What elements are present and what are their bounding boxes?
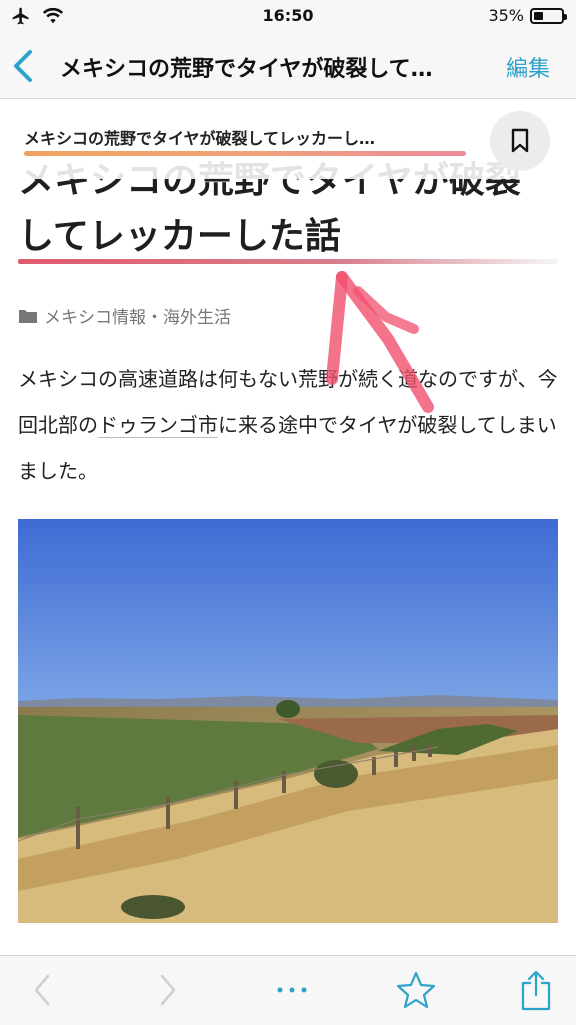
category: メキシコ情報・海外生活 — [18, 303, 231, 328]
sticky-header: メキシコの荒野でタイヤが破裂してレッカーし… — [0, 99, 576, 179]
article-content: メキシコの荒野でタイヤが破裂 してレッカーした話 メキシコ情報・海外生活 メキシ… — [0, 99, 576, 955]
more-icon — [277, 987, 307, 993]
article-photo — [18, 519, 558, 923]
browser-back-button[interactable] — [20, 970, 64, 1010]
battery-fill — [534, 11, 543, 20]
reading-progress-bar — [24, 151, 466, 156]
more-button[interactable] — [270, 970, 314, 1010]
edit-button[interactable]: 編集 — [506, 51, 550, 83]
status-right: 35% — [488, 6, 567, 25]
nav-bar: メキシコの荒野でタイヤが破裂して… 編集 — [0, 34, 576, 99]
folder-icon — [19, 309, 37, 323]
forward-arrow-icon — [160, 974, 176, 1006]
star-icon — [396, 971, 436, 1009]
battery-percentage: 35% — [488, 6, 524, 25]
article-title-line2: してレッカーした話 — [18, 216, 341, 257]
nav-title: メキシコの荒野でタイヤが破裂して… — [60, 57, 433, 82]
durango-link[interactable]: ドゥランゴ市 — [98, 413, 218, 438]
chevron-left-icon — [14, 50, 32, 82]
sticky-title: メキシコの荒野でタイヤが破裂してレッカーし… — [24, 129, 376, 148]
back-arrow-icon — [34, 974, 50, 1006]
browser-forward-button[interactable] — [146, 970, 190, 1010]
share-icon — [521, 970, 551, 1011]
bottom-toolbar — [0, 955, 576, 1025]
article-body: メキシコの高速道路は何もない荒野が続く道なのですが、今回北部のドゥランゴ市に来る… — [18, 356, 558, 494]
category-link[interactable]: メキシコ情報・海外生活 — [44, 303, 231, 328]
bookmark-icon — [511, 128, 529, 153]
title-underline — [18, 259, 558, 264]
share-button[interactable] — [514, 970, 558, 1011]
landscape-photo — [18, 519, 558, 923]
back-button[interactable] — [10, 48, 38, 84]
battery-icon — [530, 7, 567, 24]
status-bar: 16:50 35% — [0, 0, 576, 34]
bookmark-button[interactable] — [490, 111, 550, 171]
star-button[interactable] — [394, 970, 438, 1010]
